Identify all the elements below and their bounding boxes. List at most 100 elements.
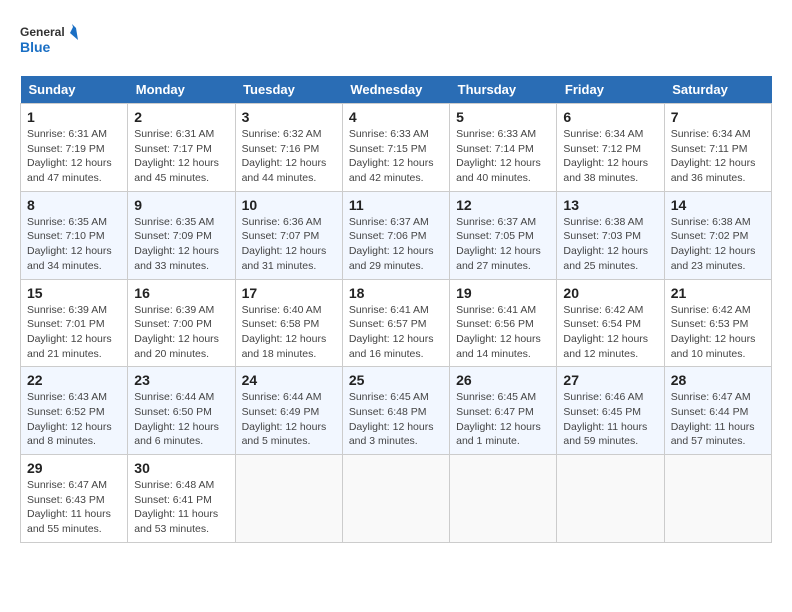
day-info: Sunrise: 6:39 AM Sunset: 7:01 PM Dayligh… xyxy=(27,303,121,362)
calendar-cell: 8Sunrise: 6:35 AM Sunset: 7:10 PM Daylig… xyxy=(21,191,128,279)
calendar-cell: 17 Sunrise: 6:40 AM Sunset: 6:58 PM Dayli… xyxy=(235,279,342,367)
day-number: 9 xyxy=(134,197,228,213)
day-number: 26 xyxy=(456,372,550,388)
day-number: 7 xyxy=(671,109,765,125)
calendar-cell xyxy=(664,455,771,543)
calendar-cell xyxy=(342,455,449,543)
day-info: Sunrise: 6:42 AM Sunset: 6:53 PM Dayligh… xyxy=(671,303,765,362)
day-number: 23 xyxy=(134,372,228,388)
day-info: Sunrise: 6:44 AM Sunset: 6:49 PM Dayligh… xyxy=(242,390,336,449)
day-info: Sunrise: 6:34 AM Sunset: 7:11 PM Dayligh… xyxy=(671,127,765,186)
weekday-header-wednesday: Wednesday xyxy=(342,76,449,104)
calendar-week-1: 1 Sunrise: 6:31 AM Sunset: 7:19 PM Daylig… xyxy=(21,104,772,192)
logo: General Blue xyxy=(20,20,80,60)
calendar-cell: 9 Sunrise: 6:35 AM Sunset: 7:09 PM Daylig… xyxy=(128,191,235,279)
day-number: 18 xyxy=(349,285,443,301)
day-number: 12 xyxy=(456,197,550,213)
day-number: 4 xyxy=(349,109,443,125)
calendar-week-4: 22 Sunrise: 6:43 AM Sunset: 6:52 PM Dayli… xyxy=(21,367,772,455)
calendar-cell xyxy=(557,455,664,543)
day-number: 16 xyxy=(134,285,228,301)
day-number: 2 xyxy=(134,109,228,125)
weekday-header-sunday: Sunday xyxy=(21,76,128,104)
day-number: 28 xyxy=(671,372,765,388)
day-info: Sunrise: 6:32 AM Sunset: 7:16 PM Dayligh… xyxy=(242,127,336,186)
calendar-cell: 4 Sunrise: 6:33 AM Sunset: 7:15 PM Daylig… xyxy=(342,104,449,192)
calendar-table: SundayMondayTuesdayWednesdayThursdayFrid… xyxy=(20,76,772,543)
day-info: Sunrise: 6:42 AM Sunset: 6:54 PM Dayligh… xyxy=(563,303,657,362)
day-info: Sunrise: 6:48 AM Sunset: 6:41 PM Dayligh… xyxy=(134,478,228,537)
calendar-cell: 28 Sunrise: 6:47 AM Sunset: 6:44 PM Dayli… xyxy=(664,367,771,455)
calendar-week-5: 29 Sunrise: 6:47 AM Sunset: 6:43 PM Dayli… xyxy=(21,455,772,543)
calendar-week-2: 8Sunrise: 6:35 AM Sunset: 7:10 PM Daylig… xyxy=(21,191,772,279)
day-info: Sunrise: 6:46 AM Sunset: 6:45 PM Dayligh… xyxy=(563,390,657,449)
calendar-cell: 21 Sunrise: 6:42 AM Sunset: 6:53 PM Dayli… xyxy=(664,279,771,367)
weekday-header-thursday: Thursday xyxy=(450,76,557,104)
day-info: Sunrise: 6:40 AM Sunset: 6:58 PM Dayligh… xyxy=(242,303,336,362)
day-info: Sunrise: 6:47 AM Sunset: 6:43 PM Dayligh… xyxy=(27,478,121,537)
weekday-header-tuesday: Tuesday xyxy=(235,76,342,104)
day-number: 14 xyxy=(671,197,765,213)
calendar-cell: 18 Sunrise: 6:41 AM Sunset: 6:57 PM Dayli… xyxy=(342,279,449,367)
svg-text:Blue: Blue xyxy=(20,39,51,55)
calendar-cell: 2 Sunrise: 6:31 AM Sunset: 7:17 PM Daylig… xyxy=(128,104,235,192)
calendar-cell: 29 Sunrise: 6:47 AM Sunset: 6:43 PM Dayli… xyxy=(21,455,128,543)
day-info: Sunrise: 6:34 AM Sunset: 7:12 PM Dayligh… xyxy=(563,127,657,186)
weekday-header-monday: Monday xyxy=(128,76,235,104)
calendar-cell: 3 Sunrise: 6:32 AM Sunset: 7:16 PM Daylig… xyxy=(235,104,342,192)
calendar-cell: 10Sunrise: 6:36 AM Sunset: 7:07 PM Dayli… xyxy=(235,191,342,279)
weekday-header-friday: Friday xyxy=(557,76,664,104)
day-info: Sunrise: 6:47 AM Sunset: 6:44 PM Dayligh… xyxy=(671,390,765,449)
day-number: 29 xyxy=(27,460,121,476)
day-info: Sunrise: 6:31 AM Sunset: 7:17 PM Dayligh… xyxy=(134,127,228,186)
day-number: 24 xyxy=(242,372,336,388)
calendar-cell: 25 Sunrise: 6:45 AM Sunset: 6:48 PM Dayli… xyxy=(342,367,449,455)
day-number: 22 xyxy=(27,372,121,388)
day-number: 21 xyxy=(671,285,765,301)
day-number: 27 xyxy=(563,372,657,388)
day-number: 25 xyxy=(349,372,443,388)
logo-svg: General Blue xyxy=(20,20,80,60)
day-info: Sunrise: 6:44 AM Sunset: 6:50 PM Dayligh… xyxy=(134,390,228,449)
calendar-cell: 27 Sunrise: 6:46 AM Sunset: 6:45 PM Dayli… xyxy=(557,367,664,455)
day-number: 20 xyxy=(563,285,657,301)
calendar-cell xyxy=(235,455,342,543)
day-info: Sunrise: 6:31 AM Sunset: 7:19 PM Dayligh… xyxy=(27,127,121,186)
day-info: Sunrise: 6:37 AM Sunset: 7:06 PM Dayligh… xyxy=(349,215,443,274)
day-number: 17 xyxy=(242,285,336,301)
calendar-cell: 11 Sunrise: 6:37 AM Sunset: 7:06 PM Dayli… xyxy=(342,191,449,279)
day-info: Sunrise: 6:35 AM Sunset: 7:09 PM Dayligh… xyxy=(134,215,228,274)
day-number: 11 xyxy=(349,197,443,213)
day-info: Sunrise: 6:43 AM Sunset: 6:52 PM Dayligh… xyxy=(27,390,121,449)
day-number: 13 xyxy=(563,197,657,213)
calendar-cell: 23 Sunrise: 6:44 AM Sunset: 6:50 PM Dayli… xyxy=(128,367,235,455)
page-header: General Blue xyxy=(20,20,772,60)
calendar-cell xyxy=(450,455,557,543)
day-info: Sunrise: 6:37 AM Sunset: 7:05 PM Dayligh… xyxy=(456,215,550,274)
calendar-cell: 26 Sunrise: 6:45 AM Sunset: 6:47 PM Dayli… xyxy=(450,367,557,455)
day-info: Sunrise: 6:39 AM Sunset: 7:00 PM Dayligh… xyxy=(134,303,228,362)
calendar-cell: 5 Sunrise: 6:33 AM Sunset: 7:14 PM Daylig… xyxy=(450,104,557,192)
day-info: Sunrise: 6:38 AM Sunset: 7:03 PM Dayligh… xyxy=(563,215,657,274)
day-number: 5 xyxy=(456,109,550,125)
calendar-cell: 1 Sunrise: 6:31 AM Sunset: 7:19 PM Daylig… xyxy=(21,104,128,192)
day-info: Sunrise: 6:45 AM Sunset: 6:48 PM Dayligh… xyxy=(349,390,443,449)
calendar-cell: 20 Sunrise: 6:42 AM Sunset: 6:54 PM Dayli… xyxy=(557,279,664,367)
day-info: Sunrise: 6:33 AM Sunset: 7:14 PM Dayligh… xyxy=(456,127,550,186)
calendar-week-3: 15 Sunrise: 6:39 AM Sunset: 7:01 PM Dayli… xyxy=(21,279,772,367)
day-info: Sunrise: 6:41 AM Sunset: 6:57 PM Dayligh… xyxy=(349,303,443,362)
day-info: Sunrise: 6:36 AM Sunset: 7:07 PM Dayligh… xyxy=(242,215,336,274)
svg-text:General: General xyxy=(20,25,65,39)
calendar-cell: 12 Sunrise: 6:37 AM Sunset: 7:05 PM Dayli… xyxy=(450,191,557,279)
calendar-cell: 14 Sunrise: 6:38 AM Sunset: 7:02 PM Dayli… xyxy=(664,191,771,279)
weekday-header-saturday: Saturday xyxy=(664,76,771,104)
day-info: Sunrise: 6:45 AM Sunset: 6:47 PM Dayligh… xyxy=(456,390,550,449)
calendar-cell: 6Sunrise: 6:34 AM Sunset: 7:12 PM Daylig… xyxy=(557,104,664,192)
day-info: Sunrise: 6:33 AM Sunset: 7:15 PM Dayligh… xyxy=(349,127,443,186)
calendar-cell: 22 Sunrise: 6:43 AM Sunset: 6:52 PM Dayli… xyxy=(21,367,128,455)
day-number: 3 xyxy=(242,109,336,125)
calendar-cell: 24 Sunrise: 6:44 AM Sunset: 6:49 PM Dayli… xyxy=(235,367,342,455)
day-number: 1 xyxy=(27,109,121,125)
day-number: 15 xyxy=(27,285,121,301)
day-info: Sunrise: 6:38 AM Sunset: 7:02 PM Dayligh… xyxy=(671,215,765,274)
